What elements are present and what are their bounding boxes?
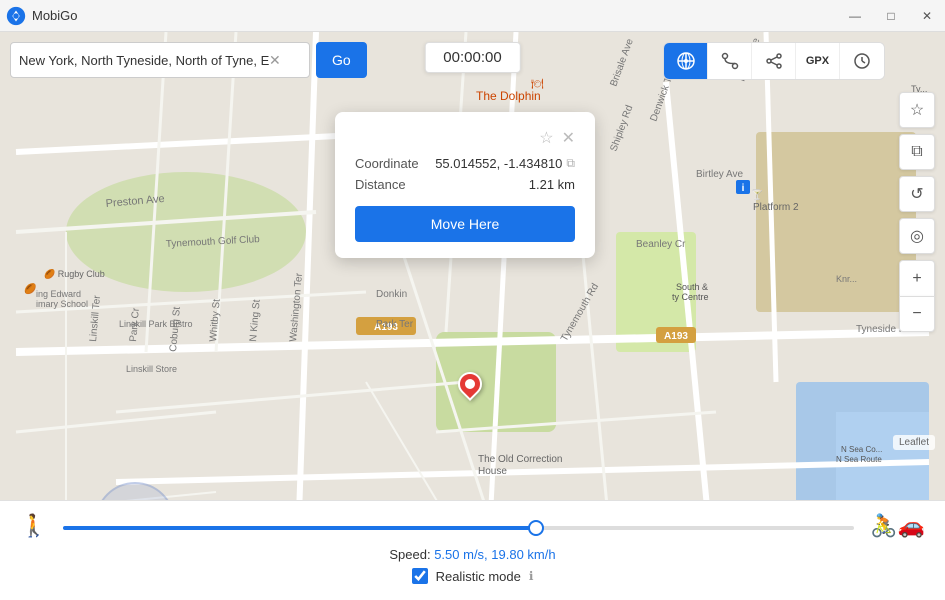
svg-text:🏉: 🏉 xyxy=(23,282,37,295)
reset-button[interactable]: ↺ xyxy=(899,176,935,212)
search-bar: ✕ Go xyxy=(10,42,367,78)
coordinate-label: Coordinate xyxy=(355,156,419,171)
walk-transport-icon[interactable]: 🚶 xyxy=(20,513,47,539)
distance-row: Distance 1.21 km xyxy=(355,177,575,192)
svg-text:Linskill Store: Linskill Store xyxy=(126,364,177,374)
favorite-location-button[interactable]: ☆ xyxy=(899,92,935,128)
coordinate-row: Coordinate 55.014552, -1.434810 ⧉ xyxy=(355,156,575,171)
svg-text:🍸: 🍸 xyxy=(751,188,763,201)
zoom-out-button[interactable]: − xyxy=(899,296,935,332)
move-here-button[interactable]: Move Here xyxy=(355,206,575,242)
svg-text:South &: South & xyxy=(676,282,708,292)
leaflet-attribution: Leaflet xyxy=(893,435,935,450)
bike-transport-icon[interactable]: 🚴 xyxy=(870,513,897,539)
car-transport-icon[interactable]: 🚗 xyxy=(898,513,925,539)
svg-text:House: House xyxy=(478,466,507,477)
window-controls: — □ ✕ xyxy=(837,0,945,32)
svg-text:N Sea Co...: N Sea Co... xyxy=(841,445,882,454)
coordinate-value: 55.014552, -1.434810 ⧉ xyxy=(435,156,575,171)
svg-text:imary School: imary School xyxy=(36,299,88,309)
svg-text:🏉 Rugby Club: 🏉 Rugby Club xyxy=(43,268,105,279)
distance-label: Distance xyxy=(355,177,406,192)
svg-text:i: i xyxy=(742,183,745,194)
title-bar: MobiGo — □ ✕ xyxy=(0,0,945,32)
svg-text:The Dolphin: The Dolphin xyxy=(476,89,541,103)
svg-text:Platform 2: Platform 2 xyxy=(753,202,799,213)
svg-text:ty Centre: ty Centre xyxy=(672,292,709,302)
speed-info: Speed: 5.50 m/s, 19.80 km/h xyxy=(20,547,925,562)
realistic-mode-label[interactable]: Realistic mode xyxy=(436,569,521,584)
speed-slider-wrapper xyxy=(63,517,854,535)
svg-text:Beanley Cr: Beanley Cr xyxy=(636,239,686,250)
svg-text:Donkin: Donkin xyxy=(376,289,407,300)
realistic-info-icon[interactable]: ℹ xyxy=(529,569,534,583)
favorite-icon[interactable]: ☆ xyxy=(539,128,553,148)
gpx-button[interactable]: GPX xyxy=(796,43,840,79)
zoom-controls: + − xyxy=(899,260,935,332)
route-mode-button[interactable] xyxy=(708,43,752,79)
svg-text:Linskill Park Bistro: Linskill Park Bistro xyxy=(119,319,193,329)
maximize-button[interactable]: □ xyxy=(873,0,909,32)
svg-text:The Old Correction: The Old Correction xyxy=(478,454,562,465)
share-button[interactable] xyxy=(752,43,796,79)
svg-text:N Sea Route: N Sea Route xyxy=(836,455,882,464)
coordinate-popup: ☆ ✕ Coordinate 55.014552, -1.434810 ⧉ Di… xyxy=(335,112,595,258)
center-location-button[interactable]: ◎ xyxy=(899,218,935,254)
popup-close-icon[interactable]: ✕ xyxy=(562,128,575,148)
copy-coordinate-icon[interactable]: ⧉ xyxy=(566,156,575,171)
search-input[interactable] xyxy=(19,53,269,68)
minimize-button[interactable]: — xyxy=(837,0,873,32)
close-button[interactable]: ✕ xyxy=(909,0,945,32)
svg-text:Birtley Ave: Birtley Ave xyxy=(696,169,743,180)
search-input-wrapper: ✕ xyxy=(10,42,310,78)
app-title: MobiGo xyxy=(32,8,837,23)
timer-display: 00:00:00 xyxy=(424,42,520,73)
copy-location-button[interactable]: ⧉ xyxy=(899,134,935,170)
destination-pin xyxy=(458,372,482,396)
right-controls: ☆ ⧉ ↺ ◎ + − xyxy=(899,92,935,332)
teleport-mode-button[interactable] xyxy=(664,43,708,79)
go-button[interactable]: Go xyxy=(316,42,367,78)
app-logo xyxy=(0,0,32,32)
svg-text:ing Edward: ing Edward xyxy=(36,289,81,299)
realistic-mode-checkbox[interactable] xyxy=(412,568,428,584)
clear-search-icon[interactable]: ✕ xyxy=(269,52,281,69)
realistic-mode-row: Realistic mode ℹ xyxy=(20,568,925,584)
speed-panel: 🚶 🚴 🚗 Speed: 5.50 m/s, 19.80 km/h Realis… xyxy=(0,500,945,600)
history-button[interactable] xyxy=(840,43,884,79)
svg-text:Park Ter: Park Ter xyxy=(376,319,414,330)
svg-text:A193: A193 xyxy=(664,331,688,342)
map-area: A193 A193 A193 i 🏉 🍽 The Dolphin The Old… xyxy=(0,32,945,600)
popup-header: ☆ ✕ xyxy=(355,128,575,148)
speed-slider[interactable] xyxy=(63,526,854,530)
distance-value: 1.21 km xyxy=(529,177,575,192)
zoom-in-button[interactable]: + xyxy=(899,260,935,296)
svg-text:Knr...: Knr... xyxy=(836,274,857,284)
transport-row: 🚶 🚴 🚗 xyxy=(20,513,925,539)
toolbar: GPX xyxy=(663,42,885,80)
